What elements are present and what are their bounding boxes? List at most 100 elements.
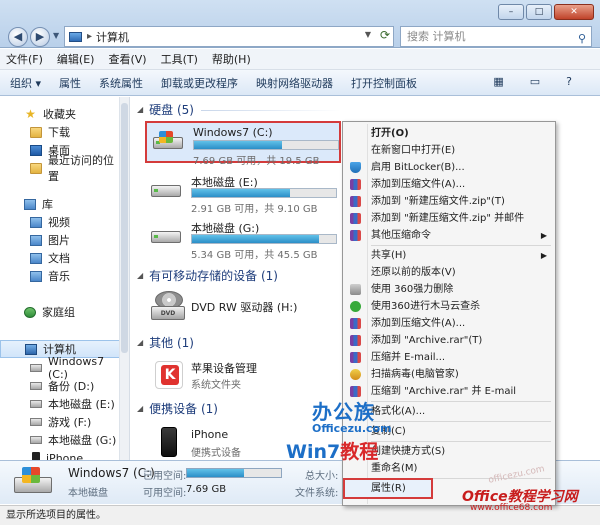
organize-button[interactable]: 组织 ▾	[10, 75, 41, 91]
nav-scrollbar[interactable]	[119, 97, 129, 460]
forward-button[interactable]: ▶	[30, 27, 50, 47]
nav-downloads[interactable]: 下载	[0, 123, 120, 141]
context-menu-item[interactable]: 创建快捷方式(S)	[345, 443, 553, 460]
nav-drive-e[interactable]: 本地磁盘 (E:)	[0, 395, 120, 413]
context-menu-item[interactable]: 添加到 "新建压缩文件.zip" 并邮件	[345, 210, 553, 227]
nav-documents[interactable]: 文档	[0, 249, 120, 267]
nav-libraries[interactable]: 库	[0, 195, 120, 213]
group-header-portable[interactable]: ◢ 便携设备 (1)	[137, 400, 218, 416]
picture-icon	[30, 234, 42, 246]
view-controls: ▦ ▭ ?	[493, 75, 590, 88]
context-menu-item[interactable]: 其他压缩命令 ▶	[345, 227, 553, 244]
nav-iphone[interactable]: iPhone	[0, 449, 120, 460]
menu-file[interactable]: 文件(F)	[6, 51, 43, 67]
context-menu-item[interactable]: 添加到 "新建压缩文件.zip"(T)	[345, 193, 553, 210]
nav-drive-c[interactable]: Windows7 (C:)	[0, 355, 120, 381]
iphone-tile[interactable]: iPhone 便携式设备	[145, 423, 345, 460]
maximize-button[interactable]: □	[526, 4, 552, 20]
apple-manager-icon: K	[151, 359, 185, 391]
search-input[interactable]: 搜索 计算机 ⚲	[400, 26, 592, 47]
nav-drive-f[interactable]: 游戏 (F:)	[0, 413, 120, 431]
context-menu-item[interactable]: 压缩并 E-mail...	[345, 349, 553, 366]
scroll-thumb[interactable]	[121, 103, 128, 353]
menu-item-label: 启用 BitLocker(B)...	[371, 162, 465, 173]
menu-help[interactable]: 帮助(H)	[212, 51, 251, 67]
context-menu-item[interactable]: 复制(C)	[345, 423, 553, 440]
context-menu-item[interactable]: 格式化(A)...	[345, 403, 553, 420]
group-header-removable[interactable]: ◢ 有可移动存储的设备 (1)	[137, 267, 278, 283]
menu-separator	[371, 421, 551, 422]
refresh-icon[interactable]: ⟳	[380, 28, 390, 42]
collapse-icon[interactable]: ◢	[137, 338, 143, 347]
menu-item-label: 复制(C)	[371, 426, 406, 437]
chevron-down-icon[interactable]: ▼	[365, 30, 371, 39]
context-menu-item[interactable]: 添加到 "Archive.rar"(T)	[345, 332, 553, 349]
group-header-other[interactable]: ◢ 其他 (1)	[137, 334, 194, 350]
menu-item-label: 添加到 "Archive.rar"(T)	[371, 335, 483, 346]
menu-item-label: 扫描病毒(电脑管家)	[371, 369, 459, 380]
drive-g-tile[interactable]: 本地磁盘 (G:) 5.34 GB 可用，共 45.5 GB	[145, 217, 341, 261]
desktop-icon	[30, 144, 42, 156]
close-button[interactable]: ✕	[554, 4, 594, 20]
used-space-label: 已用空间:	[143, 471, 187, 482]
context-menu-item[interactable]: 添加到压缩文件(A)...	[345, 315, 553, 332]
change-view-icon[interactable]: ▦	[493, 75, 503, 88]
collapse-icon[interactable]: ◢	[137, 404, 143, 413]
menu-item-label: 重命名(M)	[371, 463, 418, 474]
menu-edit[interactable]: 编辑(E)	[57, 51, 95, 67]
apple-sub: 系统文件夹	[191, 380, 241, 391]
nav-pictures[interactable]: 图片	[0, 231, 120, 249]
collapse-icon[interactable]: ◢	[137, 105, 143, 114]
nav-videos[interactable]: 视频	[0, 213, 120, 231]
menu-separator	[371, 441, 551, 442]
context-menu-item[interactable]: 属性(R)	[343, 478, 433, 499]
help-icon[interactable]: ?	[566, 75, 572, 88]
context-menu-item[interactable]: 打开(O)	[345, 125, 553, 142]
dvd-drive-tile[interactable]: DVD DVD RW 驱动器 (H:)	[145, 287, 345, 327]
address-path[interactable]: 计算机	[96, 29, 129, 45]
nav-drive-d[interactable]: 备份 (D:)	[0, 377, 120, 395]
nav-label: 游戏 (F:)	[48, 416, 92, 429]
context-menu-item[interactable]: 添加到压缩文件(A)...	[345, 176, 553, 193]
map-drive-button[interactable]: 映射网络驱动器	[256, 75, 333, 91]
group-header-hdd[interactable]: ◢ 硬盘 (5)	[137, 101, 194, 117]
recent-pages-dropdown[interactable]: ▼	[53, 31, 59, 40]
context-menu-item[interactable]: 使用360进行木马云查杀	[345, 298, 553, 315]
context-menu-item[interactable]: 还原以前的版本(V)	[345, 264, 553, 281]
context-menu-item[interactable]: 压缩到 "Archive.rar" 并 E-mail	[345, 383, 553, 400]
back-button[interactable]: ◀	[8, 27, 28, 47]
context-menu-item[interactable]: 在新窗口中打开(E)	[345, 142, 553, 159]
context-menu-item[interactable]: 共享(H) ▶	[345, 247, 553, 264]
menu-item-label: 添加到 "新建压缩文件.zip" 并邮件	[371, 213, 525, 224]
menu-view[interactable]: 查看(V)	[108, 51, 146, 67]
context-menu-item[interactable]: 启用 BitLocker(B)...	[345, 159, 553, 176]
address-bar[interactable]: ▸ 计算机 ▼ ⟳	[64, 26, 394, 47]
nav-favorites[interactable]: ★ 收藏夹	[0, 105, 120, 123]
nav-label: 音乐	[48, 270, 70, 283]
search-icon[interactable]: ⚲	[578, 29, 586, 48]
nav-music[interactable]: 音乐	[0, 267, 120, 285]
menu-item-label: 其他压缩命令	[371, 230, 431, 241]
menu-tools[interactable]: 工具(T)	[161, 51, 198, 67]
control-panel-button[interactable]: 打开控制面板	[351, 75, 417, 91]
nav-homegroup[interactable]: 家庭组	[0, 303, 120, 321]
context-menu-item[interactable]: 使用 360强力删除	[345, 281, 553, 298]
minimize-button[interactable]: –	[498, 4, 524, 20]
system-properties-button[interactable]: 系统属性	[99, 75, 143, 91]
context-menu-item[interactable]: 扫描病毒(电脑管家)	[345, 366, 553, 383]
nav-recent[interactable]: 最近访问的位置	[0, 154, 120, 183]
nav-drive-g[interactable]: 本地磁盘 (G:)	[0, 431, 120, 449]
drive-e-tile[interactable]: 本地磁盘 (E:) 2.91 GB 可用，共 9.10 GB	[145, 171, 341, 215]
group-title: 其他 (1)	[149, 335, 194, 350]
apple-manager-tile[interactable]: K 苹果设备管理 系统文件夹	[145, 355, 345, 395]
menu-item-label: 在新窗口中打开(E)	[371, 145, 456, 156]
library-icon	[24, 198, 36, 210]
drive-c-tile[interactable]: Windows7 (C:) 7.69 GB 可用，共 19.5 GB	[145, 121, 341, 167]
properties-button[interactable]: 属性	[59, 75, 81, 91]
preview-pane-icon[interactable]: ▭	[530, 75, 540, 88]
nav-label: 家庭组	[42, 306, 75, 319]
drive-icon	[151, 179, 181, 203]
collapse-icon[interactable]: ◢	[137, 271, 143, 280]
winrar-icon	[350, 318, 361, 329]
uninstall-button[interactable]: 卸载或更改程序	[161, 75, 238, 91]
